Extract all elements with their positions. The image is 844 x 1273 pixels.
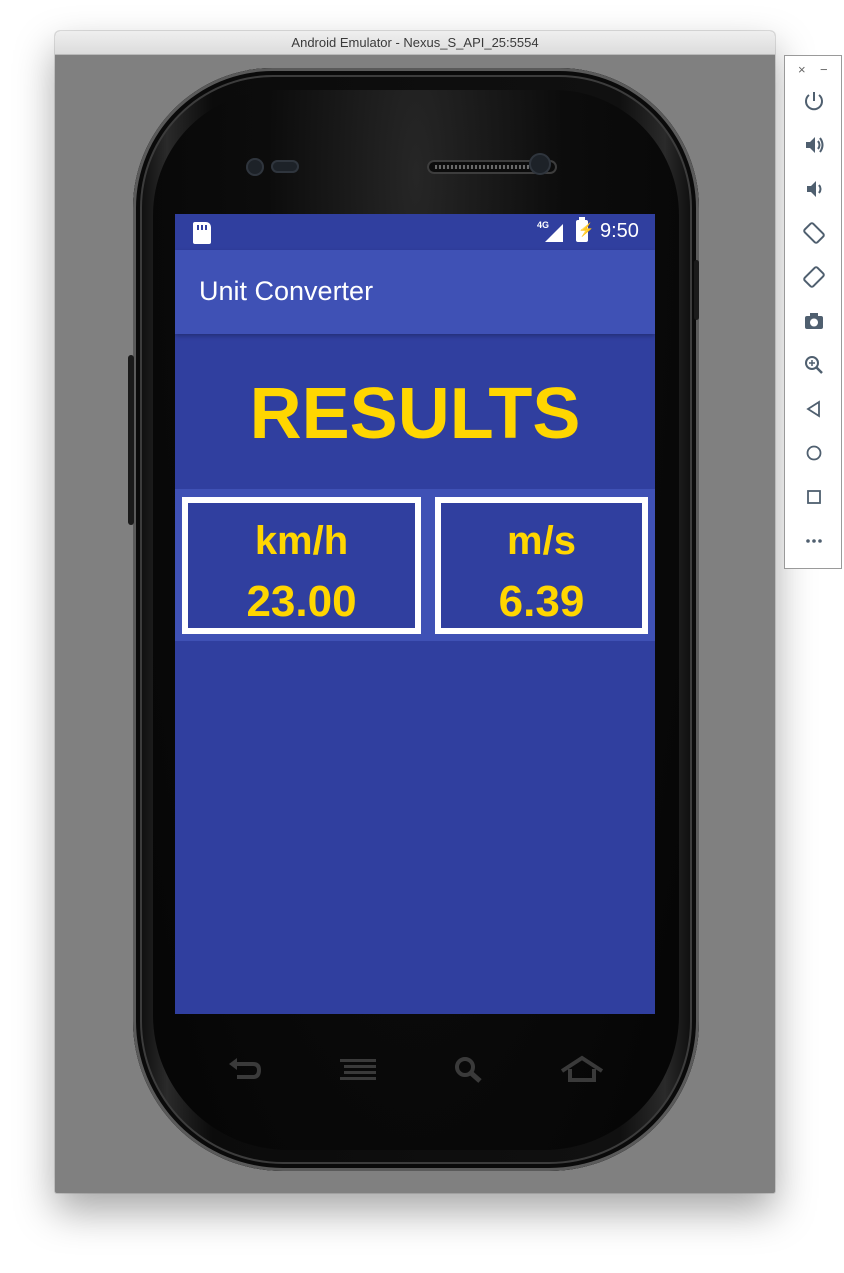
network-type: 4G — [537, 220, 550, 230]
side-power-button[interactable] — [694, 260, 699, 320]
charging-icon: ⚡ — [578, 222, 595, 237]
rotate-left-icon — [803, 222, 825, 244]
screenshot-button[interactable] — [799, 306, 829, 336]
hardware-home-button[interactable] — [560, 1055, 604, 1085]
power-icon — [805, 92, 823, 111]
card-value: 23.00 — [246, 577, 357, 626]
menu-icon — [340, 1059, 376, 1080]
zoom-button[interactable] — [799, 350, 829, 380]
back-icon — [806, 400, 820, 418]
more-button[interactable] — [799, 526, 829, 556]
sd-card-icon — [193, 222, 211, 244]
home-button[interactable] — [799, 438, 829, 468]
minimize-toolbar-button[interactable]: − — [820, 62, 828, 77]
camera-icon — [805, 313, 823, 329]
more-icon — [806, 539, 822, 543]
hardware-search-button[interactable] — [450, 1055, 490, 1085]
side-volume-button[interactable] — [128, 355, 134, 525]
signal-icon: 4G — [537, 220, 563, 242]
card-value: 6.39 — [498, 577, 585, 626]
front-camera-icon — [246, 158, 264, 176]
proximity-sensor-icon — [529, 153, 551, 175]
device-screen: 4G ⚡ 9:50 Unit Converter RESULTS km/h 23… — [175, 214, 655, 1014]
power-button[interactable] — [799, 86, 829, 116]
back-icon — [229, 1058, 262, 1079]
close-toolbar-button[interactable]: × — [798, 62, 806, 77]
home-icon — [806, 445, 822, 461]
overview-icon — [807, 490, 821, 504]
sensor-icon — [271, 160, 299, 173]
hardware-menu-button[interactable] — [338, 1055, 378, 1085]
rotate-right-icon — [803, 266, 825, 288]
rotate-right-button[interactable] — [799, 262, 829, 292]
rotate-left-button[interactable] — [799, 218, 829, 248]
result-card-kmh: km/h 23.00 — [182, 497, 421, 634]
hardware-back-button[interactable] — [225, 1055, 265, 1085]
back-button[interactable] — [799, 394, 829, 424]
home-icon — [560, 1055, 604, 1082]
results-row: km/h 23.00 m/s 6.39 — [175, 489, 655, 641]
volume-up-icon — [806, 137, 824, 153]
app-title: Unit Converter — [199, 276, 374, 306]
volume-down-button[interactable] — [799, 174, 829, 204]
search-icon — [455, 1057, 482, 1083]
overview-button[interactable] — [799, 482, 829, 512]
app-bar: Unit Converter — [175, 250, 655, 334]
battery-icon: ⚡ — [576, 217, 594, 242]
status-bar: 4G ⚡ 9:50 — [175, 214, 655, 250]
result-card-ms: m/s 6.39 — [435, 497, 648, 634]
volume-up-button[interactable] — [799, 130, 829, 160]
window-title: Android Emulator - Nexus_S_API_25:5554 — [55, 31, 775, 55]
results-heading: RESULTS — [249, 374, 581, 454]
status-time: 9:50 — [600, 220, 639, 242]
zoom-icon — [805, 356, 823, 374]
volume-down-icon — [807, 181, 822, 197]
card-unit: m/s — [507, 519, 576, 563]
emulator-toolbar: × − — [784, 55, 842, 569]
card-unit: km/h — [254, 519, 349, 563]
